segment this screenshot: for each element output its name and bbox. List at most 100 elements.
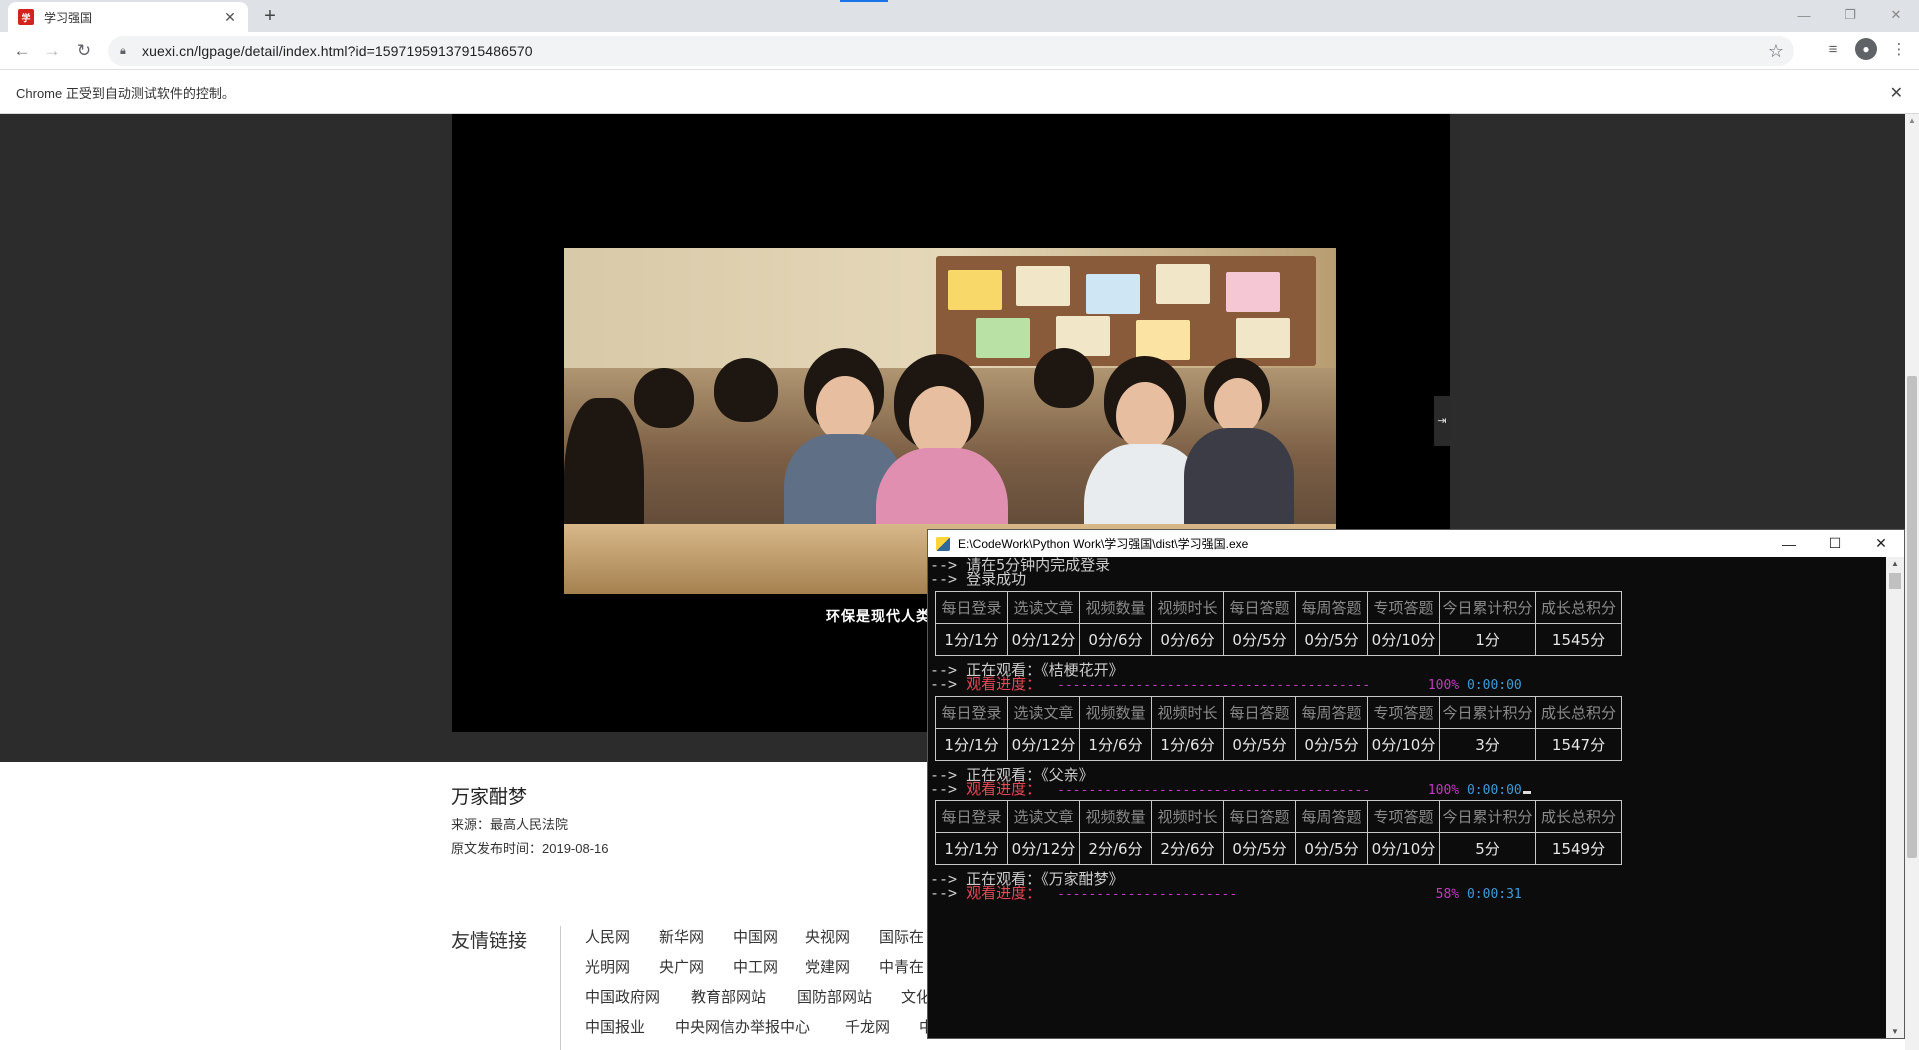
article-source: 来源：最高人民法院 <box>451 817 569 832</box>
score-value-cell: 0分/6分 <box>1079 623 1152 656</box>
score-value-cell: 1分/6分 <box>1079 728 1152 761</box>
back-icon[interactable]: ← <box>10 39 34 63</box>
score-header-cell: 专项答题 <box>1367 800 1440 833</box>
friend-link[interactable]: 中国报业 <box>585 1016 645 1037</box>
console-titlebar[interactable]: E:\CodeWork\Python Work\学习强国\dist\学习强国.e… <box>928 530 1904 557</box>
friend-link[interactable]: 人民网 <box>585 926 630 947</box>
score-header-cell: 每日答题 <box>1223 696 1296 729</box>
infobar-text: Chrome 正受到自动测试软件的控制。 <box>16 85 235 101</box>
infobar-close-icon[interactable]: ✕ <box>1890 83 1903 103</box>
friend-link[interactable]: 党建网 <box>805 956 850 977</box>
console-cursor <box>1522 791 1531 794</box>
console-scroll-up-icon[interactable]: ▲ <box>1886 559 1904 568</box>
score-header-cell: 视频数量 <box>1079 591 1152 624</box>
console-arrow: --> <box>930 675 967 693</box>
score-value-cell: 0分/5分 <box>1223 832 1296 865</box>
score-header-cell: 每日答题 <box>1223 800 1296 833</box>
forward-icon[interactable]: → <box>40 39 64 63</box>
score-value-cell: 0分/5分 <box>1295 728 1368 761</box>
score-table: 每日登录 选读文章 视频数量 视频时长 每日答题 每周答题 专项答题 今日累计积分 成长总积分 1… <box>935 591 1622 656</box>
friend-link[interactable]: 国际在 <box>879 926 924 947</box>
friend-link[interactable]: 国防部网站 <box>797 986 872 1007</box>
score-table-header-row: 每日登录 选读文章 视频数量 视频时长 每日答题 每周答题 专项答题 今日累计积分 成长总积分 <box>935 591 1622 624</box>
score-value-cell: 5分 <box>1439 832 1536 865</box>
score-header-cell: 视频时长 <box>1151 696 1224 729</box>
score-value-cell: 1549分 <box>1535 832 1622 865</box>
score-value-cell: 0分/12分 <box>1007 623 1080 656</box>
student-shape <box>634 368 694 428</box>
friend-link[interactable]: 中青在 <box>879 956 924 977</box>
console-scroll-thumb[interactable] <box>1889 573 1901 589</box>
friend-links-divider <box>560 926 561 1050</box>
side-panel-toggle-icon[interactable]: ⇥ <box>1434 396 1450 446</box>
close-window-icon[interactable]: ✕ <box>1873 0 1919 30</box>
console-scrollbar[interactable]: ▲ ▼ <box>1886 557 1904 1038</box>
score-header-cell: 视频数量 <box>1079 800 1152 833</box>
score-table-header-row: 每日登录 选读文章 视频数量 视频时长 每日答题 每周答题 专项答题 今日累计积分 成长总积分 <box>935 696 1622 729</box>
friend-link[interactable]: 中央网信办举报中心 <box>675 1016 810 1037</box>
friend-link[interactable]: 中工网 <box>733 956 778 977</box>
console-scroll-down-icon[interactable]: ▼ <box>1886 1027 1904 1036</box>
score-table-value-row: 1分/1分 0分/12分 1分/6分 1分/6分 0分/5分 0分/5分 0分/10分 3分 1… <box>935 728 1622 761</box>
score-header-cell: 每日登录 <box>935 696 1008 729</box>
score-header-cell: 每周答题 <box>1295 800 1368 833</box>
browser-tab[interactable]: 学 学习强国 ✕ <box>8 2 248 32</box>
score-value-cell: 0分/10分 <box>1367 728 1440 761</box>
friend-link[interactable]: 新华网 <box>659 926 704 947</box>
restore-icon[interactable]: ❐ <box>1827 0 1873 30</box>
friend-link[interactable]: 光明网 <box>585 956 630 977</box>
progress-time: 0:00:00 <box>1466 678 1522 693</box>
score-value-cell: 0分/10分 <box>1367 623 1440 656</box>
score-header-cell: 成长总积分 <box>1535 800 1622 833</box>
score-value-cell: 3分 <box>1439 728 1536 761</box>
score-value-cell: 1分 <box>1439 623 1536 656</box>
reload-icon[interactable]: ↻ <box>72 39 96 63</box>
console-window[interactable]: E:\CodeWork\Python Work\学习强国\dist\学习强国.e… <box>927 529 1905 1039</box>
url-text: xuexi.cn/lgpage/detail/index.html?id=159… <box>142 43 533 59</box>
progress-percent: 58% <box>1435 887 1460 902</box>
student-face <box>1116 382 1174 450</box>
page-scrollbar[interactable]: ▲ <box>1905 114 1919 1050</box>
console-close-icon[interactable]: ✕ <box>1858 530 1904 557</box>
console-window-controls: — ☐ ✕ <box>1766 530 1904 557</box>
score-table: 每日登录 选读文章 视频数量 视频时长 每日答题 每周答题 专项答题 今日累计积分 成长总积分 1… <box>935 696 1622 761</box>
friend-link[interactable]: 中国网 <box>733 926 778 947</box>
login-ok-text: 登录成功 <box>966 570 1027 588</box>
student-shape <box>1034 348 1094 408</box>
score-header-cell: 成长总积分 <box>1535 696 1622 729</box>
browser-toolbar: ← → ↻ 🔒︎ xuexi.cn/lgpage/detail/index.ht… <box>0 32 1919 70</box>
score-value-cell: 0分/5分 <box>1295 623 1368 656</box>
profile-avatar-icon[interactable]: ● <box>1855 38 1877 60</box>
page-scroll-thumb[interactable] <box>1907 376 1917 858</box>
score-header-cell: 专项答题 <box>1367 591 1440 624</box>
score-header-cell: 选读文章 <box>1007 800 1080 833</box>
score-header-cell: 今日累计积分 <box>1439 800 1536 833</box>
friend-link[interactable]: 千龙网 <box>845 1016 890 1037</box>
address-bar[interactable]: 🔒︎ xuexi.cn/lgpage/detail/index.html?id=… <box>108 36 1794 66</box>
friend-link[interactable]: 中国政府网 <box>585 986 660 1007</box>
console-maximize-icon[interactable]: ☐ <box>1812 530 1858 557</box>
friend-link[interactable]: 央视网 <box>805 926 850 947</box>
friend-link[interactable]: 央广网 <box>659 956 704 977</box>
progress-bar-text: ---------------------------------------- <box>1057 678 1371 693</box>
score-header-cell: 每日登录 <box>935 591 1008 624</box>
score-value-cell: 0分/12分 <box>1007 832 1080 865</box>
friend-link[interactable]: 教育部网站 <box>691 986 766 1007</box>
console-minimize-icon[interactable]: — <box>1766 530 1812 557</box>
video-subtitle: 环保是现代人类 <box>826 608 931 624</box>
score-value-cell: 0分/10分 <box>1367 832 1440 865</box>
console-line-progress: --> 观看进度： ----------------------- 58% 0:00… <box>930 885 1522 903</box>
tab-close-icon[interactable]: ✕ <box>222 9 238 26</box>
scroll-up-icon[interactable]: ▲ <box>1905 114 1919 128</box>
lock-icon: 🔒︎ <box>120 44 126 57</box>
progress-time: 0:00:31 <box>1466 887 1522 902</box>
new-tab-icon[interactable]: + <box>258 4 282 28</box>
media-control-icon[interactable]: ≡ <box>1821 37 1845 61</box>
tab-accent-bar <box>840 0 888 2</box>
console-output[interactable]: --> 请在5分钟内完成登录 --> 登录成功 每日登录 选读文章 视频数量 视频时长… <box>928 557 1886 1038</box>
chrome-menu-icon[interactable]: ⋮ <box>1887 37 1911 61</box>
minimize-icon[interactable]: — <box>1781 0 1827 30</box>
score-value-cell: 0分/5分 <box>1295 832 1368 865</box>
bookmark-star-icon[interactable]: ☆ <box>1768 41 1784 62</box>
student-face <box>816 376 874 442</box>
